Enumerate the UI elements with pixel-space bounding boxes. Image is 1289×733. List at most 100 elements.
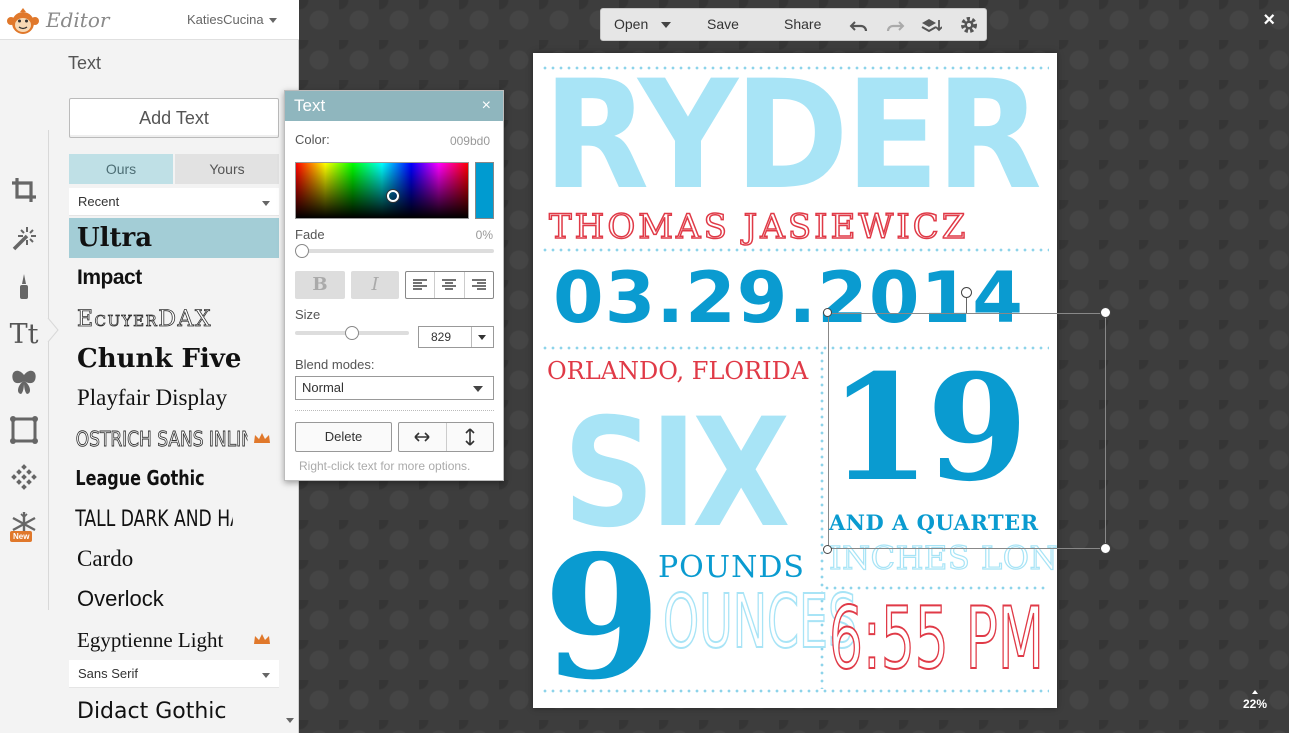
size-input[interactable]: 829	[418, 326, 494, 348]
zoom-up-icon[interactable]	[1252, 690, 1259, 694]
font-item-label: EcuyerDAX	[77, 306, 213, 332]
monkey-logo-icon[interactable]	[6, 7, 40, 35]
font-item-cardo[interactable]: Cardo	[69, 539, 279, 579]
size-dropdown[interactable]	[471, 327, 493, 347]
poster-weight-ounces[interactable]: 9	[543, 533, 661, 703]
poster-time[interactable]: 6:55 PM	[828, 595, 1044, 683]
app-logo-text: Editor	[46, 8, 110, 32]
text-tool-icon[interactable]: Tt	[6, 316, 42, 352]
zoom-level[interactable]: 22%	[1243, 690, 1267, 711]
resize-handle-top-right[interactable]	[1100, 307, 1111, 318]
color-swatch[interactable]	[475, 162, 494, 219]
font-item-label: Cardo	[77, 546, 134, 571]
font-item-league-gothic[interactable]: League Gothic	[69, 458, 237, 498]
tab-yours[interactable]: Yours	[175, 154, 279, 184]
font-category-value: Recent	[78, 194, 120, 209]
magic-wand-icon[interactable]	[6, 220, 42, 256]
font-item-ultra[interactable]: Ultra	[69, 218, 279, 258]
share-button[interactable]: Share	[784, 9, 821, 40]
text-tool-label: Tt	[9, 318, 39, 350]
size-slider-knob[interactable]	[345, 326, 359, 340]
color-hex-value[interactable]: 009bd0	[450, 134, 490, 148]
undo-icon[interactable]	[849, 15, 869, 35]
font-item-tall-dark-and-handsome[interactable]: TALL DARK AND HANDSOME	[69, 499, 233, 539]
open-button[interactable]: Open	[614, 9, 648, 40]
crop-icon[interactable]	[6, 172, 42, 208]
active-tool-pointer	[47, 318, 59, 342]
blend-mode-value: Normal	[302, 380, 344, 395]
font-item-overlock[interactable]: Overlock	[69, 579, 279, 619]
resize-handle-bottom-left[interactable]	[823, 545, 832, 554]
add-text-button[interactable]: Add Text	[69, 98, 279, 138]
selection-box[interactable]	[828, 313, 1106, 549]
butterfly-icon[interactable]	[6, 364, 42, 400]
flip-group	[398, 422, 494, 452]
settings-gear-icon[interactable]	[959, 15, 979, 35]
close-icon[interactable]: ×	[482, 91, 491, 121]
rotate-handle[interactable]	[961, 287, 972, 298]
color-picker-field[interactable]	[295, 162, 469, 219]
fade-slider-track[interactable]	[299, 249, 494, 253]
flip-horizontal-icon[interactable]	[399, 423, 447, 451]
dropdown-caret-icon	[262, 201, 270, 206]
panel-title: Text	[68, 53, 102, 73]
font-category-select-2[interactable]: Sans Serif	[69, 660, 279, 688]
poster-name[interactable]: RYDER	[543, 61, 1042, 211]
user-menu[interactable]: KatiesCucina	[187, 12, 277, 27]
scroll-down-icon[interactable]	[286, 718, 294, 723]
popup-title: Text	[294, 96, 326, 115]
poster-middle-name[interactable]: THOMAS JASIEWICZ	[548, 209, 968, 245]
font-item-ecuyerdax[interactable]: EcuyerDAX	[69, 299, 279, 339]
font-item-label: Ultra	[77, 223, 153, 253]
align-right-icon[interactable]	[465, 272, 493, 298]
frame-icon[interactable]	[6, 412, 42, 448]
layers-icon[interactable]	[920, 15, 943, 35]
flip-vertical-icon[interactable]	[447, 423, 494, 451]
font-item-didact-gothic[interactable]: Didact Gothic	[69, 691, 279, 731]
font-item-chunk-five[interactable]: Chunk Five	[69, 339, 279, 379]
app-header: Editor KatiesCucina	[0, 0, 299, 40]
bold-button[interactable]: B	[295, 271, 345, 299]
size-value: 829	[431, 330, 452, 344]
font-category-select[interactable]: Recent	[69, 188, 279, 216]
font-item-playfair-display[interactable]: Playfair Display	[69, 378, 279, 418]
chevron-down-icon	[473, 386, 483, 392]
font-item-label: Impact	[77, 266, 142, 289]
align-center-icon[interactable]	[435, 272, 465, 298]
redo-icon[interactable]	[885, 15, 905, 35]
open-dropdown-icon[interactable]	[661, 22, 671, 28]
font-item-label: Overlock	[77, 586, 164, 611]
save-button[interactable]: Save	[707, 9, 739, 40]
font-item-label: OSTRICH SANS INLINE	[75, 427, 248, 452]
tab-ours[interactable]: Ours	[69, 154, 173, 184]
texture-icon[interactable]	[6, 460, 42, 496]
editor-toolbar: Open Save Share	[600, 8, 987, 41]
sidebar: Editor KatiesCucina Tt New Text Add Text…	[0, 0, 299, 733]
brush-icon[interactable]	[6, 268, 42, 304]
blend-modes-label: Blend modes:	[295, 357, 375, 372]
blend-mode-select[interactable]: Normal	[295, 376, 494, 400]
delete-button[interactable]: Delete	[295, 422, 392, 452]
fade-label: Fade	[295, 227, 325, 242]
new-badge: New	[10, 531, 33, 542]
user-name: KatiesCucina	[187, 12, 264, 27]
dotted-divider	[541, 248, 1049, 252]
poster-place[interactable]: ORLANDO, FLORIDA	[547, 359, 808, 383]
color-picker-handle[interactable]	[387, 190, 399, 202]
rotate-handle-line	[966, 297, 967, 313]
font-item-egyptienne-light[interactable]: Egyptienne Light	[69, 620, 279, 660]
align-left-icon[interactable]	[406, 272, 436, 298]
popup-header: Text ×	[285, 91, 503, 121]
fade-slider-knob[interactable]	[295, 244, 309, 258]
italic-button[interactable]: I	[351, 271, 399, 299]
resize-handle-bottom-right[interactable]	[1100, 543, 1111, 554]
dropdown-caret-icon	[262, 673, 270, 678]
close-editor-icon[interactable]: ×	[1263, 9, 1275, 32]
fade-value: 0%	[475, 228, 493, 242]
resize-handle-top-left[interactable]	[823, 308, 832, 317]
font-item-impact[interactable]: Impact	[69, 258, 279, 298]
font-item-ostrich-sans-inline[interactable]: OSTRICH SANS INLINE	[69, 419, 248, 459]
font-item-label: League Gothic	[75, 466, 205, 490]
popup-hint: Right-click text for more options.	[299, 459, 471, 473]
align-group	[405, 271, 494, 299]
